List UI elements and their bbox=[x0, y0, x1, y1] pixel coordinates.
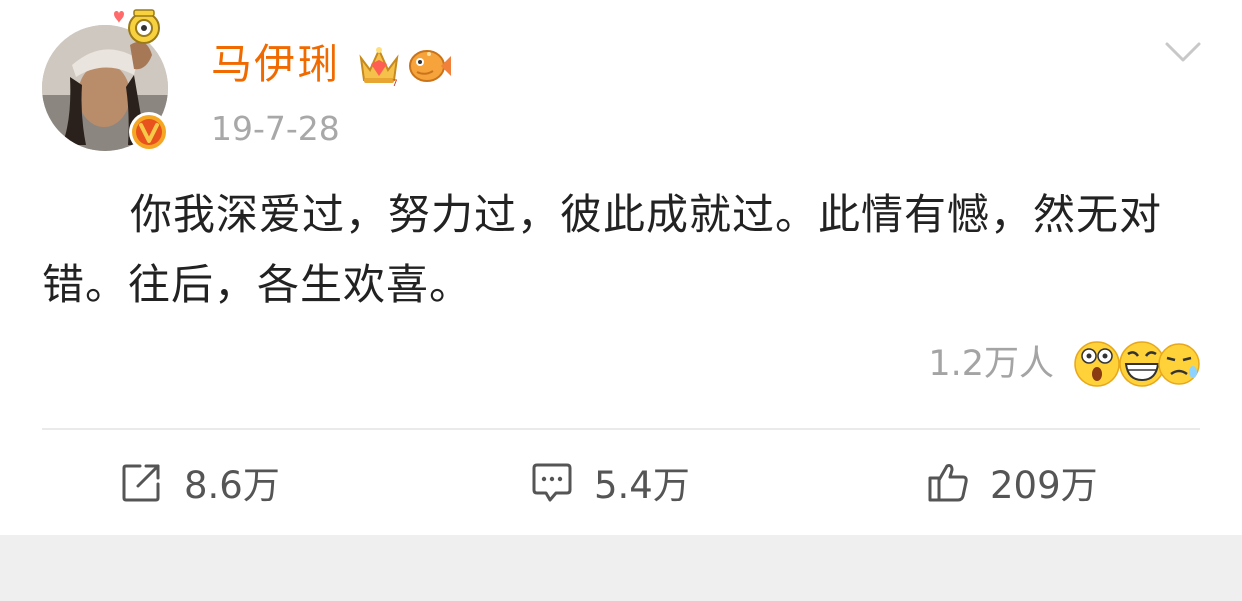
post-body-text: 你我深爱过，努力过，彼此成就过。此情有憾，然无对错。往后，各生欢喜。 bbox=[42, 190, 1163, 309]
sigh-emoji-icon[interactable] bbox=[1155, 338, 1203, 388]
svg-text:7: 7 bbox=[392, 79, 398, 88]
thumbs-up-icon bbox=[928, 464, 968, 502]
author-name[interactable]: 马伊琍 bbox=[211, 38, 340, 90]
comment-count: 5.4万 bbox=[594, 464, 690, 507]
shocked-emoji-icon[interactable] bbox=[1073, 338, 1121, 388]
comment-icon bbox=[532, 463, 572, 502]
like-count: 209万 bbox=[990, 464, 1098, 507]
repost-count: 8.6万 bbox=[184, 464, 280, 507]
repost-button[interactable]: 8.6万 bbox=[120, 452, 280, 512]
repost-icon bbox=[122, 464, 160, 502]
weibo-post-card: 马伊琍 7 19-7-28 你我深爱过，努力过，彼此成就过。此情有憾，然无对错。… bbox=[0, 0, 1242, 535]
chevron-down-icon[interactable] bbox=[1164, 40, 1202, 64]
avatar-decoration-icon bbox=[114, 9, 160, 44]
reaction-count[interactable]: 1.2万人 bbox=[928, 340, 1054, 388]
fish-badge-icon[interactable] bbox=[405, 44, 453, 86]
like-button[interactable]: 209万 bbox=[926, 452, 1098, 512]
divider bbox=[42, 428, 1200, 430]
verified-badge-icon bbox=[129, 112, 169, 152]
comment-button[interactable]: 5.4万 bbox=[530, 452, 690, 512]
post-timestamp: 19-7-28 bbox=[211, 109, 340, 148]
crown-badge-icon[interactable]: 7 bbox=[356, 42, 402, 88]
